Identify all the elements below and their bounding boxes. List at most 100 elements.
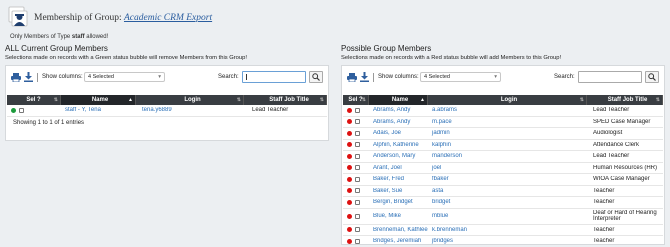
select-checkbox[interactable] [355, 227, 360, 233]
member-login[interactable]: mblue [428, 213, 587, 219]
member-name[interactable]: Blue, Mike [369, 213, 428, 219]
member-name[interactable]: Baker, Fred [369, 176, 428, 182]
select-checkbox[interactable] [355, 107, 360, 113]
table-header: Sel ? ⇅ Name ▲ Login ⇅ Staff Job Title ⇅ [7, 95, 327, 105]
show-columns-label: Show columns: [42, 74, 83, 80]
member-login[interactable]: k.brenneman [428, 227, 587, 233]
select-checkbox[interactable] [355, 165, 360, 171]
select-checkbox[interactable] [355, 213, 360, 219]
print-icon[interactable] [347, 73, 357, 83]
search-button[interactable] [309, 71, 323, 83]
member-job-title: Attendance Clerk [593, 141, 640, 148]
table-row: Blue, Mike mblue Deaf or Hard of Hearing I… [343, 209, 663, 225]
sort-icon: ⇅ [236, 97, 241, 103]
current-members-title: ALL Current Group Members [5, 44, 108, 53]
select-checkbox[interactable] [19, 107, 24, 113]
table-row: Alphin, Katherine kalphin Attendance Clerk [343, 140, 663, 151]
status-bubble-red [347, 130, 352, 136]
status-bubble-red [347, 153, 352, 159]
member-name[interactable]: Bridges, Jeremiah [369, 238, 428, 244]
member-login[interactable]: kalphin [428, 142, 587, 148]
member-name[interactable]: Alphin, Katherine [369, 142, 428, 148]
member-login[interactable]: a.abrams [428, 107, 587, 113]
member-name[interactable]: Baker, Sue [369, 188, 428, 194]
col-header-sel-label: Sel ? [26, 97, 41, 103]
status-bubble-green [11, 107, 16, 113]
member-login[interactable]: jadmin [428, 130, 587, 136]
col-header-login[interactable]: Login ⇅ [136, 95, 244, 105]
member-login[interactable]: asta [428, 188, 587, 194]
page-header: Membership of Group: Academic CRM Export [6, 4, 212, 30]
status-bubble-red [347, 199, 352, 205]
table-row: Anderson, Mary manderson Lead Teacher [343, 151, 663, 163]
select-checkbox[interactable] [355, 238, 360, 244]
col-header-sel[interactable]: Sel ? ⇅ [7, 95, 61, 105]
member-name[interactable]: staff - Y, Tena [61, 107, 136, 113]
sort-icon: ⇅ [361, 97, 366, 103]
select-checkbox[interactable] [355, 142, 360, 148]
select-checkbox[interactable] [355, 176, 360, 182]
member-job-title: Teacher [593, 199, 615, 206]
col-header-job-title[interactable]: Staff Job Title ⇅ [587, 95, 663, 105]
col-header-sel-label: Sel ? [348, 97, 363, 103]
current-members-panel: Show columns: 4 Selected ▾ Search: Sel ?… [5, 65, 329, 141]
col-header-name[interactable]: Name ▲ [61, 95, 136, 105]
table-row: Adais, Joe jadmin Audiologist [343, 128, 663, 140]
select-checkbox[interactable] [355, 199, 360, 205]
chevron-down-icon: ▾ [158, 74, 161, 80]
page-title: Membership of Group: Academic CRM Export [34, 13, 212, 23]
sort-icon: ⇅ [319, 97, 324, 103]
member-name[interactable]: Arant, Joel [369, 165, 428, 171]
show-columns-value: 4 Selected [424, 74, 450, 80]
search-button[interactable] [645, 71, 659, 83]
toolbar-divider [373, 73, 374, 82]
member-login[interactable]: jbridges [428, 238, 587, 244]
member-job-title: Teacher [593, 238, 615, 245]
show-columns-value: 4 Selected [88, 74, 114, 80]
member-name[interactable]: Brenneman, Kathleen [369, 227, 428, 233]
member-login[interactable]: bridget [428, 199, 587, 205]
title-prefix: Membership of Group: [34, 13, 124, 23]
member-name[interactable]: Abrams, Andy [369, 119, 428, 125]
show-columns-select[interactable]: 4 Selected ▾ [420, 72, 501, 82]
sel-cell [7, 107, 61, 113]
member-login[interactable]: m.pace [428, 119, 587, 125]
col-header-job-title[interactable]: Staff Job Title ⇅ [244, 95, 327, 105]
search-input[interactable] [242, 71, 306, 83]
member-login[interactable]: manderson [428, 153, 587, 159]
sel-cell [343, 153, 369, 159]
print-icon[interactable] [11, 73, 21, 83]
show-columns-select[interactable]: 4 Selected ▾ [84, 72, 165, 82]
download-icon[interactable] [360, 72, 369, 82]
col-header-name[interactable]: Name ▲ [369, 95, 428, 105]
member-login[interactable]: tena.y6889 [136, 107, 244, 113]
member-name[interactable]: Abrams, Andy [369, 107, 428, 113]
possible-members-title: Possible Group Members [341, 44, 432, 53]
select-checkbox[interactable] [355, 153, 360, 159]
possible-members-rows: Abrams, Andy a.abrams Lead Teacher Abrams, … [343, 105, 663, 247]
member-job-title: WIOA Case Manager [593, 176, 650, 183]
select-checkbox[interactable] [355, 188, 360, 194]
select-checkbox[interactable] [355, 130, 360, 136]
sort-icon: ⇅ [579, 97, 584, 103]
select-checkbox[interactable] [355, 119, 360, 125]
col-header-login[interactable]: Login ⇅ [428, 95, 587, 105]
status-bubble-red [347, 176, 352, 182]
status-bubble-red [347, 165, 352, 171]
group-name-link[interactable]: Academic CRM Export [124, 13, 212, 23]
sel-cell [343, 176, 369, 182]
member-name[interactable]: Adais, Joe [369, 130, 428, 136]
col-header-sel[interactable]: Sel ? ⇅ [343, 95, 369, 105]
table-row: Brenneman, Kathleen k.brenneman Teacher [343, 225, 663, 236]
search-label: Search: [554, 74, 575, 80]
download-icon[interactable] [24, 72, 33, 82]
member-login[interactable]: joel [428, 165, 587, 171]
group-icon [6, 5, 30, 29]
member-login[interactable]: fbaker [428, 176, 587, 182]
search-input[interactable] [578, 71, 642, 83]
sel-cell [343, 130, 369, 136]
member-name[interactable]: Bergin, Bridget [369, 199, 428, 205]
member-name[interactable]: Anderson, Mary [369, 153, 428, 159]
current-members-table: Sel ? ⇅ Name ▲ Login ⇅ Staff Job Title ⇅ sta… [7, 95, 327, 117]
member-job-title: SPED Case Manager [593, 118, 651, 125]
